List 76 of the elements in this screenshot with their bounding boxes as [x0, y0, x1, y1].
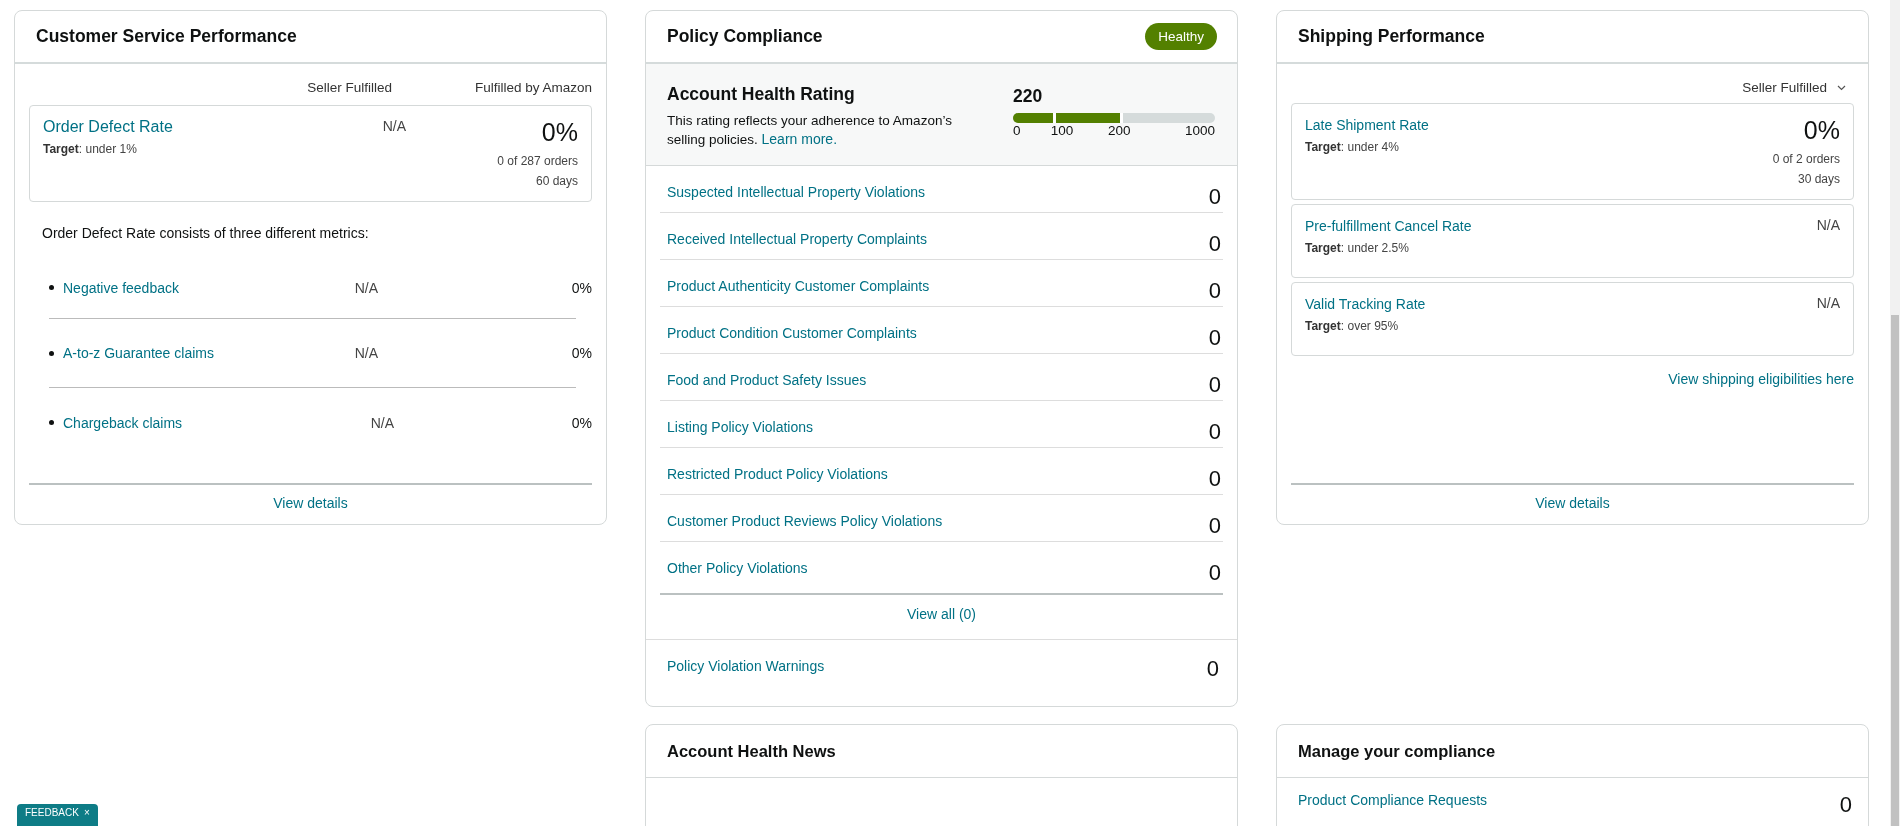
warnings-link[interactable]: Policy Violation Warnings: [667, 658, 825, 706]
card-title: Shipping Performance: [1298, 26, 1485, 47]
violation-link[interactable]: Product Authenticity Customer Complaints: [667, 278, 930, 294]
view-all-link[interactable]: View all (0): [907, 606, 976, 622]
scale-label: 0: [1013, 123, 1021, 138]
violation-link[interactable]: Product Condition Customer Complaints: [667, 325, 917, 341]
status-badge: Healthy: [1145, 23, 1217, 50]
chevron-down-icon: [1837, 84, 1846, 91]
target-text: Target: under 2.5%: [1305, 241, 1410, 255]
metric-link[interactable]: A-to-z Guarantee claims: [63, 345, 266, 361]
metric-value: N/A: [1816, 217, 1840, 233]
violation-link[interactable]: Restricted Product Policy Violations: [667, 466, 888, 482]
violation-count: 0: [1208, 419, 1222, 445]
period-text: 60 days: [534, 173, 578, 190]
metric-link[interactable]: Pre-fulfillment Cancel Rate: [1305, 218, 1472, 234]
scale-label: 100: [1050, 123, 1074, 138]
violation-count: 0: [1208, 278, 1222, 304]
metric-value: 0%: [570, 345, 592, 361]
scrollbar[interactable]: [1890, 0, 1900, 826]
bullet-icon: [49, 285, 54, 290]
bullet-icon: [49, 350, 54, 356]
violation-count: 0: [1208, 325, 1222, 351]
metric-value: 0%: [540, 118, 578, 147]
target-text: Target: under 4%: [1305, 140, 1400, 154]
scale-label: 200: [1108, 123, 1131, 138]
orders-text: 0 of 287 orders: [496, 153, 578, 170]
violation-count: 0: [1208, 513, 1222, 539]
metric-value: N/A: [381, 118, 407, 136]
metric-value: 0%: [1802, 116, 1840, 145]
view-details-link[interactable]: View details: [273, 495, 348, 511]
metric-value: 0%: [570, 414, 592, 431]
violation-count: 0: [1208, 466, 1222, 492]
target-text: Target: over 95%: [1305, 319, 1400, 333]
violation-count: 0: [1208, 231, 1222, 257]
fulfillment-dropdown[interactable]: Seller Fulfilled: [1734, 64, 1854, 103]
violation-link[interactable]: Food and Product Safety Issues: [667, 372, 867, 388]
metric-link[interactable]: Late Shipment Rate: [1305, 117, 1429, 133]
violation-count: 0: [1208, 184, 1222, 210]
period-text: 30 days: [1796, 171, 1840, 188]
violation-count: 0: [1208, 372, 1222, 398]
metric-value: 0%: [570, 279, 592, 296]
card-title: Policy Compliance: [667, 26, 823, 47]
warnings-count: 0: [1206, 656, 1220, 683]
orders-text: 0 of 2 orders: [1772, 151, 1840, 168]
card-title: Manage your compliance: [1298, 741, 1496, 761]
rating-title: Account Health Rating: [667, 84, 856, 105]
metric-value: N/A: [353, 279, 379, 296]
violation-link[interactable]: Other Policy Violations: [667, 560, 808, 576]
eligibility-link[interactable]: View shipping eligibilities here: [1668, 371, 1854, 387]
rating-score: 220: [1013, 86, 1043, 106]
metric-value: N/A: [353, 345, 379, 361]
metric-link[interactable]: Valid Tracking Rate: [1305, 296, 1426, 312]
feedback-tab[interactable]: FEEDBACK ×: [17, 804, 98, 826]
metric-value: N/A: [1816, 295, 1840, 311]
metric-value: N/A: [369, 414, 395, 431]
metric-link[interactable]: Negative feedback: [63, 279, 266, 296]
bullet-icon: [49, 420, 54, 425]
violation-link[interactable]: Suspected Intellectual Property Violations: [667, 184, 926, 200]
compliance-link[interactable]: Product Compliance Requests: [1298, 792, 1488, 818]
compliance-count: 0: [1839, 792, 1853, 818]
violation-link[interactable]: Customer Product Reviews Policy Violations: [667, 513, 943, 529]
view-details-link[interactable]: View details: [1535, 495, 1610, 511]
metric-link[interactable]: Chargeback claims: [63, 414, 282, 431]
card-title: Account Health News: [667, 741, 836, 761]
scale-label: 1000: [1184, 123, 1215, 138]
metric-link[interactable]: Order Defect Rate: [43, 118, 173, 135]
column-header: Fulfilled by Amazon: [473, 80, 592, 95]
target-text: Target: under 1%: [43, 142, 138, 156]
violation-link[interactable]: Listing Policy Violations: [667, 419, 814, 435]
violation-count: 0: [1208, 560, 1222, 586]
description-text: Order Defect Rate consists of three different metrics:: [42, 225, 370, 241]
column-header: Seller Fulfilled: [306, 80, 392, 95]
violation-link[interactable]: Received Intellectual Property Complaints: [667, 231, 927, 247]
learn-more-link[interactable]: Learn more.: [761, 131, 838, 147]
rating-description: This rating reflects your adherence to Amazon’s selling policies. Learn more.: [667, 112, 953, 149]
card-title: Customer Service Performance: [36, 26, 297, 47]
